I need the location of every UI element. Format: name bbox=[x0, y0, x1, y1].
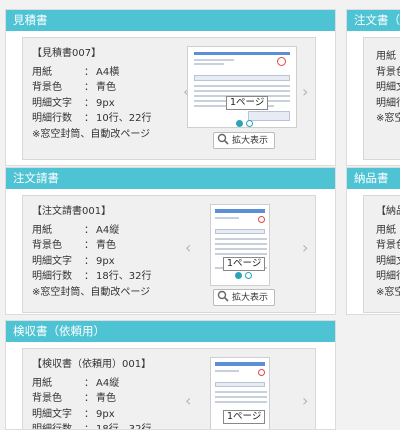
bg-value: 青色 bbox=[96, 82, 116, 93]
template-info: 【納品 用紙 背景色 明細文字 明細行数 ※窓空 bbox=[376, 204, 400, 300]
template-note: ※窓空封筒、自動改ページ bbox=[32, 286, 151, 298]
page-dot-1[interactable] bbox=[235, 272, 242, 279]
template-info: 用紙 背景色 明細文字 明細行数 ※窓空 bbox=[376, 46, 400, 127]
template-info: 【注文請書001】 用紙： A4縦 背景色：青色 明細文字： 9px 明細行数： 18… bbox=[32, 204, 151, 300]
lines-value: 18行、32行 bbox=[96, 424, 152, 430]
bg-key: 背景色 bbox=[376, 66, 400, 78]
template-card-inspection: 検収書（依頼用） 【検収書（依頼用）001】 用紙： A4縦 背景色：青色 明細文… bbox=[5, 320, 336, 430]
template-name: 【納品 bbox=[376, 206, 400, 217]
card-title: 納品書 bbox=[347, 168, 400, 189]
template-panel: 【見積書007】 用紙： A4横 背景色：青色 明細文字： 9px 明細行数： 10行… bbox=[22, 37, 316, 160]
paper-key: 用紙 bbox=[32, 377, 52, 389]
template-name: 【注文請書001】 bbox=[32, 206, 112, 217]
page-dot-2[interactable] bbox=[245, 272, 252, 279]
paper-value: A4縦 bbox=[96, 224, 120, 236]
chevron-left-icon[interactable]: ‹ bbox=[185, 393, 191, 409]
card-title: 注文請書 bbox=[6, 168, 335, 189]
template-thumbnail[interactable]: 1ページ bbox=[210, 204, 270, 286]
bg-key: 背景色 bbox=[32, 393, 62, 404]
template-card-order-confirmation: 注文請書 【注文請書001】 用紙： A4縦 背景色：青色 明細文字： 9px 明細… bbox=[5, 167, 336, 315]
template-card-quotation: 見積書 【見積書007】 用紙： A4横 背景色：青色 明細文字： 9px 明細行数… bbox=[5, 9, 336, 166]
template-thumbnail[interactable]: 1ページ bbox=[210, 357, 270, 429]
template-name: 【見積書007】 bbox=[32, 48, 102, 59]
template-panel: 用紙 背景色 明細文字 明細行数 ※窓空 bbox=[363, 37, 400, 160]
lines-value: 10行、22行 bbox=[96, 113, 152, 124]
chevron-right-icon[interactable]: › bbox=[302, 393, 308, 409]
page-dot-2[interactable] bbox=[246, 120, 253, 127]
template-info: 【見積書007】 用紙： A4横 背景色：青色 明細文字： 9px 明細行数： 10行… bbox=[32, 46, 151, 142]
card-title: 見積書 bbox=[6, 10, 335, 31]
chevron-right-icon[interactable]: › bbox=[302, 84, 308, 100]
bg-key: 背景色 bbox=[32, 240, 62, 251]
font-value: 9px bbox=[96, 255, 115, 267]
lines-key: 明細行数 bbox=[32, 424, 72, 430]
template-thumbnail[interactable]: 1ページ bbox=[187, 46, 297, 128]
template-card-delivery: 納品書 【納品 用紙 背景色 明細文字 明細行数 ※窓空 bbox=[346, 167, 400, 315]
page-label: 1ページ bbox=[223, 257, 266, 271]
bg-value: 青色 bbox=[96, 240, 116, 251]
template-panel: 【納品 用紙 背景色 明細文字 明細行数 ※窓空 bbox=[363, 195, 400, 313]
page-label: 1ページ bbox=[223, 410, 266, 424]
template-note: ※窓空 bbox=[376, 286, 400, 298]
template-panel: 【注文請書001】 用紙： A4縦 背景色：青色 明細文字： 9px 明細行数： 18… bbox=[22, 195, 316, 313]
zoom-button[interactable]: 拡大表示 bbox=[213, 132, 276, 149]
paper-value: A4横 bbox=[96, 66, 120, 78]
lines-key: 明細行数 bbox=[32, 113, 72, 124]
template-note: ※窓空封筒、自動改ページ bbox=[32, 128, 151, 140]
template-info: 【検収書（依頼用）001】 用紙： A4縦 背景色：青色 明細文字： 9px 明細行… bbox=[32, 357, 152, 430]
font-key: 明細文字 bbox=[32, 255, 72, 267]
paper-value: A4縦 bbox=[96, 377, 120, 389]
chevron-left-icon[interactable]: ‹ bbox=[185, 240, 191, 256]
zoom-button[interactable]: 拡大表示 bbox=[213, 289, 276, 306]
font-value: 9px bbox=[96, 408, 115, 420]
font-key: 明細文字 bbox=[32, 408, 72, 420]
template-name: 【検収書（依頼用）001】 bbox=[32, 359, 152, 370]
lines-key: 明細行数 bbox=[376, 97, 400, 109]
card-title: 注文書（依 bbox=[347, 10, 400, 31]
paper-key: 用紙 bbox=[32, 224, 52, 236]
bg-key: 背景色 bbox=[376, 240, 400, 251]
magnifier-icon bbox=[217, 290, 229, 302]
font-key: 明細文字 bbox=[376, 255, 400, 267]
template-panel: 【検収書（依頼用）001】 用紙： A4縦 背景色：青色 明細文字： 9px 明細行… bbox=[22, 348, 316, 430]
font-key: 明細文字 bbox=[32, 97, 72, 109]
bg-value: 青色 bbox=[96, 393, 116, 404]
paper-key: 用紙 bbox=[32, 66, 52, 78]
bg-key: 背景色 bbox=[32, 82, 62, 93]
page-dot-1[interactable] bbox=[236, 120, 243, 127]
page-label: 1ページ bbox=[226, 96, 269, 110]
lines-value: 18行、32行 bbox=[96, 271, 152, 282]
lines-key: 明細行数 bbox=[32, 271, 72, 282]
font-value: 9px bbox=[96, 97, 115, 109]
font-key: 明細文字 bbox=[376, 82, 400, 93]
paper-key: 用紙 bbox=[376, 51, 396, 62]
zoom-label: 拡大表示 bbox=[232, 136, 269, 146]
magnifier-icon bbox=[217, 133, 229, 145]
template-card-order: 注文書（依 用紙 背景色 明細文字 明細行数 ※窓空 bbox=[346, 9, 400, 166]
template-note: ※窓空 bbox=[376, 113, 400, 124]
lines-key: 明細行数 bbox=[376, 271, 400, 282]
paper-key: 用紙 bbox=[376, 224, 396, 236]
chevron-right-icon[interactable]: › bbox=[302, 240, 308, 256]
card-title: 検収書（依頼用） bbox=[6, 321, 335, 342]
zoom-label: 拡大表示 bbox=[232, 293, 269, 303]
